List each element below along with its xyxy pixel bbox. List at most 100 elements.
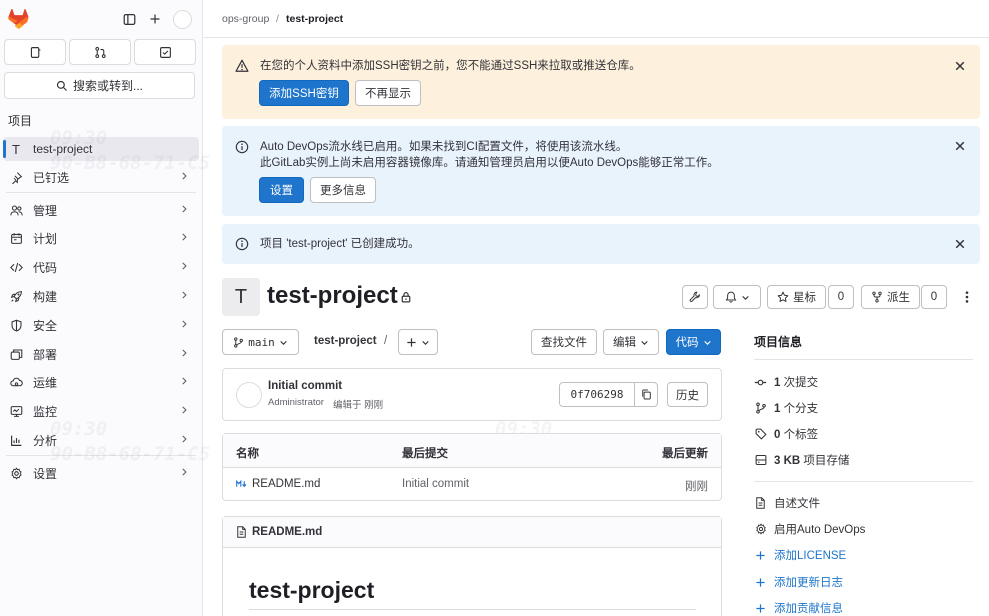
more-actions-icon[interactable] xyxy=(961,290,973,304)
copy-icon xyxy=(641,389,652,400)
column-header-last-commit: 最后提交 xyxy=(402,448,448,460)
code-label: 代码 xyxy=(675,337,699,349)
storage-stat[interactable]: 3 KB 项目存储 xyxy=(754,452,849,468)
sidebar-item-label: 构建 xyxy=(33,289,58,304)
more-info-button[interactable]: 更多信息 xyxy=(310,177,376,203)
commit-sha-button[interactable]: 0f706298 xyxy=(559,382,635,407)
devops-settings-button[interactable]: 设置 xyxy=(259,177,304,203)
readme-link[interactable]: 自述文件 xyxy=(754,495,820,511)
created-alert-text: 项目 'test-project' 已创建成功。 xyxy=(260,238,420,250)
user-avatar[interactable] xyxy=(173,10,192,29)
edit-button[interactable]: 编辑 xyxy=(603,329,659,355)
star-count[interactable]: 0 xyxy=(828,285,854,309)
sidebar-item-plan[interactable]: 计划 xyxy=(3,226,199,250)
commit-icon xyxy=(754,376,767,389)
commit-author[interactable]: Administrator xyxy=(268,397,324,408)
commits-stat[interactable]: 1 次提交 xyxy=(754,374,818,390)
sidebar-item-pinned[interactable]: 已钉选 xyxy=(3,165,199,189)
sidebar-item-manage[interactable]: 管理 xyxy=(3,198,199,222)
plus-icon xyxy=(754,602,767,615)
sidebar-item-settings[interactable]: 设置 xyxy=(3,461,199,485)
tags-stat[interactable]: 0 个标签 xyxy=(754,426,818,442)
star-button[interactable]: 星标 xyxy=(767,285,826,309)
branches-stat[interactable]: 1 个分支 xyxy=(754,400,818,416)
add-contributing-link[interactable]: 添加贡献信息 xyxy=(754,600,843,616)
chevron-down-icon xyxy=(640,338,649,347)
close-icon[interactable] xyxy=(954,60,966,72)
project-created-alert: 项目 'test-project' 已创建成功。 xyxy=(222,224,980,264)
add-license-link[interactable]: 添加LICENSE xyxy=(754,547,846,563)
sidebar-item-code[interactable]: 代码 xyxy=(3,255,199,279)
close-icon[interactable] xyxy=(954,140,966,152)
commits-label: 次提交 xyxy=(783,377,819,389)
todo-button[interactable] xyxy=(134,39,196,65)
sidebar-item-monitor[interactable]: 监控 xyxy=(3,399,199,423)
column-header-name: 名称 xyxy=(236,448,259,460)
code-button[interactable]: 代码 xyxy=(666,329,721,355)
enable-auto-devops-link[interactable]: 启用Auto DevOps xyxy=(754,521,865,537)
create-new-icon[interactable] xyxy=(146,10,164,28)
top-bar: ops-group / test-project xyxy=(204,0,989,38)
close-icon[interactable] xyxy=(954,238,966,250)
find-file-button[interactable]: 查找文件 xyxy=(531,329,597,355)
tags-count: 0 xyxy=(774,429,781,441)
file-last-commit-link[interactable]: Initial commit xyxy=(402,478,469,490)
lock-icon xyxy=(400,291,412,303)
chevron-down-icon xyxy=(421,338,430,347)
table-row[interactable]: README.md Initial commit 刚刚 xyxy=(223,468,721,500)
readme-link-label: 自述文件 xyxy=(774,498,820,510)
fork-button[interactable]: 派生 xyxy=(861,285,920,309)
chevron-right-icon xyxy=(179,348,189,358)
add-changelog-link[interactable]: 添加更新日志 xyxy=(754,574,843,590)
copy-sha-button[interactable] xyxy=(634,382,658,407)
info-icon xyxy=(235,140,249,154)
sidebar-item-build[interactable]: 构建 xyxy=(3,284,199,308)
sidebar-item-deploy[interactable]: 部署 xyxy=(3,342,199,366)
sidebar-item-secure[interactable]: 安全 xyxy=(3,313,199,337)
todo-icon xyxy=(159,46,172,59)
gear-icon xyxy=(754,523,767,536)
last-commit-panel: Initial commit Administrator 编辑于 刚刚 0f70… xyxy=(222,368,722,421)
fork-label: 派生 xyxy=(887,292,910,304)
project-avatar: T xyxy=(222,278,260,316)
chevron-right-icon xyxy=(179,290,189,300)
sidebar: 搜索或转到... 项目 T test-project 已钉选 管理 计划 代码 … xyxy=(0,0,203,616)
gitlab-logo-icon[interactable] xyxy=(8,9,29,29)
branch-selector[interactable]: main xyxy=(222,329,299,355)
notification-button[interactable] xyxy=(713,285,761,309)
add-to-tree-button[interactable] xyxy=(398,329,438,355)
sidebar-item-analyze[interactable]: 分析 xyxy=(3,428,199,452)
deployments-icon xyxy=(9,347,23,361)
breadcrumb-project[interactable]: test-project xyxy=(286,13,343,25)
repo-path[interactable]: test-project xyxy=(314,335,377,347)
plus-icon xyxy=(754,549,767,562)
history-button[interactable]: 历史 xyxy=(667,382,708,407)
breadcrumb-group[interactable]: ops-group xyxy=(222,13,269,25)
branches-count: 1 xyxy=(774,403,781,415)
cloud-gear-icon xyxy=(9,375,23,389)
sidebar-divider xyxy=(6,455,196,456)
pin-icon xyxy=(9,170,23,184)
branches-label: 个分支 xyxy=(783,403,819,415)
sidebar-item-project[interactable]: T test-project xyxy=(3,137,199,161)
commit-title[interactable]: Initial commit xyxy=(268,380,342,392)
chevron-down-icon xyxy=(703,338,712,347)
fork-count[interactable]: 0 xyxy=(921,285,947,309)
readme-panel: README.md test-project xyxy=(222,516,722,616)
project-avatar-small: T xyxy=(12,141,20,157)
merge-requests-button[interactable] xyxy=(69,39,131,65)
issues-button[interactable] xyxy=(4,39,66,65)
file-name-link[interactable]: README.md xyxy=(252,478,320,490)
readme-header: README.md xyxy=(223,517,721,548)
project-settings-button[interactable] xyxy=(682,285,708,309)
sidebar-toggle-icon[interactable] xyxy=(120,10,138,28)
breadcrumb-separator: / xyxy=(276,13,279,25)
commit-author-avatar[interactable] xyxy=(236,382,262,408)
sidebar-item-operate[interactable]: 运维 xyxy=(3,370,199,394)
file-last-update: 刚刚 xyxy=(685,481,708,493)
dont-show-again-button[interactable]: 不再显示 xyxy=(355,80,421,106)
storage-label: 项目存储 xyxy=(803,455,850,467)
add-ssh-key-button[interactable]: 添加SSH密钥 xyxy=(259,80,349,106)
search-button[interactable]: 搜索或转到... xyxy=(4,72,195,99)
sidebar-item-label: test-project xyxy=(33,142,93,156)
